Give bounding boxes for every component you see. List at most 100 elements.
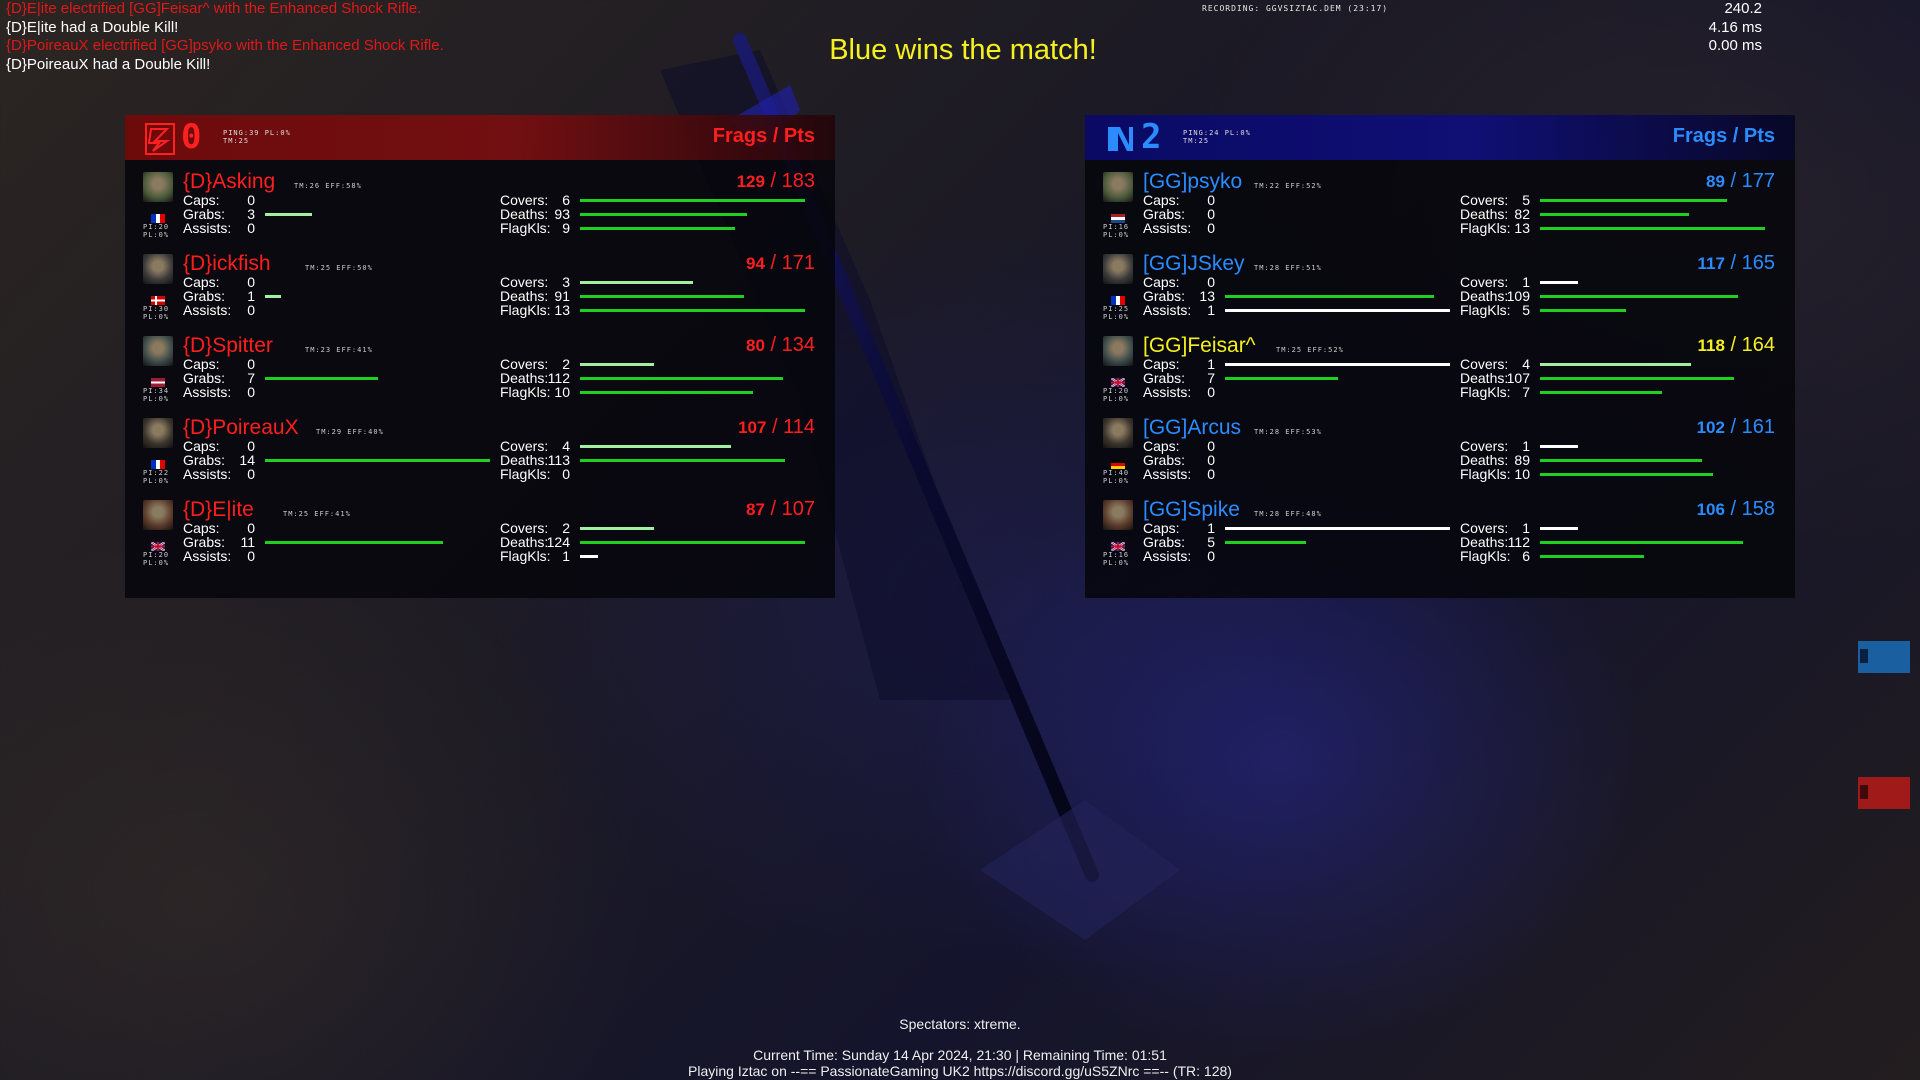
- stat-bar-deaths: [580, 295, 744, 298]
- stat-bar-grabs: [1225, 541, 1306, 544]
- player-frags: 117: [1697, 254, 1725, 273]
- stat-bar-covers: [580, 281, 693, 284]
- stat-value-assists: 0: [247, 220, 255, 236]
- blue-team-logo-icon: [1108, 127, 1133, 151]
- stat-bar-flagkls: [580, 391, 753, 394]
- player-pi: PI:20: [143, 551, 170, 559]
- blue-team-header: 2 PING:24 PL:0% TM:25 Frags / Pts: [1085, 115, 1795, 160]
- stat-bar-flagkls: [1540, 391, 1662, 394]
- current-time-line: Current Time: Sunday 14 Apr 2024, 21:30 …: [753, 1047, 1167, 1063]
- stat-bar-grabs: [265, 295, 281, 298]
- stat-bar-deaths: [580, 459, 785, 462]
- stat-value-grabs: 0: [1207, 206, 1215, 222]
- player-pi: PI:30: [143, 305, 170, 313]
- stat-value-assists: 0: [247, 384, 255, 400]
- stat-value-covers: 1: [1522, 520, 1530, 536]
- stat-bar-caps: [1225, 527, 1450, 530]
- player-frags-pts: 118 / 164: [1698, 334, 1775, 357]
- stat-label-grabs: Grabs:: [1143, 370, 1186, 386]
- player-name: {D}PoireauX: [183, 416, 299, 439]
- player-tm-eff: TM:25 EFF:50%: [305, 264, 373, 272]
- player-name: [GG]JSkey: [1143, 252, 1245, 275]
- stat-value-flagkls: 9: [562, 220, 570, 236]
- stat-value-covers: 2: [562, 520, 570, 536]
- player-frags-pts: 117 / 165: [1698, 252, 1775, 275]
- stat-value-assists: 0: [247, 548, 255, 564]
- stat-bar-covers: [580, 527, 654, 530]
- stat-value-assists: 0: [247, 302, 255, 318]
- player-points: 158: [1741, 498, 1775, 520]
- stat-value-grabs: 11: [240, 534, 255, 550]
- player-tm-eff: TM:28 EFF:48%: [1254, 510, 1322, 518]
- stat-value-covers: 4: [1522, 356, 1530, 372]
- stat-bar-covers: [580, 363, 654, 366]
- stat-value-grabs: 0: [1207, 452, 1215, 468]
- stat-value-deaths: 112: [547, 370, 570, 386]
- player-ping-info: PI:20 PL:0%: [143, 551, 169, 567]
- player-row: PI:40 PL:0% [GG]Arcus TM:28 EFF:53% 102 / 16…: [1085, 416, 1795, 496]
- stat-label-caps: Caps:: [1143, 438, 1180, 454]
- player-frags: 129: [736, 172, 765, 191]
- stat-value-grabs: 13: [1199, 288, 1215, 304]
- stat-value-assists: 0: [1207, 220, 1215, 236]
- player-pi: PI:20: [143, 223, 170, 231]
- player-portrait-icon: [143, 254, 173, 284]
- player-portrait-icon: [143, 500, 173, 530]
- player-name: [GG]Feisar^: [1143, 334, 1256, 357]
- stat-bar-deaths: [1540, 377, 1734, 380]
- player-frags-pts: 94 / 171: [746, 252, 815, 275]
- frags-separator: /: [764, 334, 782, 356]
- stat-value-deaths: 89: [1514, 452, 1530, 468]
- player-pi: PI:25: [1103, 305, 1130, 313]
- red-team-score: 0: [181, 117, 202, 157]
- stat-value-covers: 5: [1522, 192, 1530, 208]
- stat-value-covers: 2: [562, 356, 570, 372]
- player-pi: PI:20: [1103, 387, 1130, 395]
- uk-flag-icon: [150, 538, 166, 552]
- stat-value-flagkls: 1: [562, 548, 570, 564]
- stat-value-flagkls: 13: [1514, 220, 1530, 236]
- stat-bar-covers: [1540, 363, 1691, 366]
- player-pi: PI:16: [1103, 551, 1130, 559]
- stat-bar-flagkls: [1540, 227, 1765, 230]
- stat-value-caps: 0: [247, 438, 255, 454]
- player-pl: PL:0%: [1103, 313, 1130, 321]
- stat-value-flagkls: 10: [1514, 466, 1530, 482]
- france-flag-icon: [151, 210, 165, 223]
- player-ping-info: PI:20 PL:0%: [1103, 387, 1129, 403]
- player-portrait-icon: [1103, 172, 1133, 202]
- player-portrait-icon: [1103, 254, 1133, 284]
- player-ping-info: PI:30 PL:0%: [143, 305, 169, 321]
- stat-bar-caps: [1225, 363, 1450, 366]
- player-points: 171: [781, 252, 815, 274]
- player-pl: PL:0%: [143, 477, 170, 485]
- player-pl: PL:0%: [143, 395, 170, 403]
- player-name: {D}E|ite: [183, 498, 254, 521]
- player-frags: 89: [1706, 172, 1725, 191]
- latvia-flag-icon: [151, 374, 165, 387]
- frags-separator: /: [1724, 170, 1742, 192]
- stat-bar-covers: [580, 445, 731, 448]
- player-name: [GG]psyko: [1143, 170, 1243, 193]
- stat-bar-deaths: [1540, 213, 1689, 216]
- player-row: PI:16 PL:0% [GG]psyko TM:22 EFF:52% 89 / 177…: [1085, 170, 1795, 250]
- player-ping-info: PI:40 PL:0%: [1103, 469, 1129, 485]
- player-frags: 102: [1696, 418, 1725, 437]
- stat-value-grabs: 1: [247, 288, 255, 304]
- player-frags: 87: [746, 500, 765, 519]
- player-points: 177: [1741, 170, 1775, 192]
- player-points: 134: [781, 334, 815, 356]
- server-name-line: Playing Iztac on --== PassionateGaming U…: [688, 1063, 1232, 1079]
- stat-value-flagkls: 6: [1522, 548, 1530, 564]
- stat-value-flagkls: 10: [554, 384, 570, 400]
- fps-readout: 240.2: [1724, 0, 1762, 17]
- stat-value-caps: 0: [247, 192, 255, 208]
- player-frags: 94: [746, 254, 765, 273]
- stat-value-deaths: 112: [1507, 534, 1530, 550]
- red-team-logo-icon: [145, 123, 175, 155]
- stat-bar-deaths: [580, 541, 805, 544]
- stat-label-grabs: Grabs:: [183, 288, 226, 304]
- stat-label-caps: Caps:: [1143, 356, 1180, 372]
- player-points: 164: [1741, 334, 1775, 356]
- player-pl: PL:0%: [1103, 231, 1130, 239]
